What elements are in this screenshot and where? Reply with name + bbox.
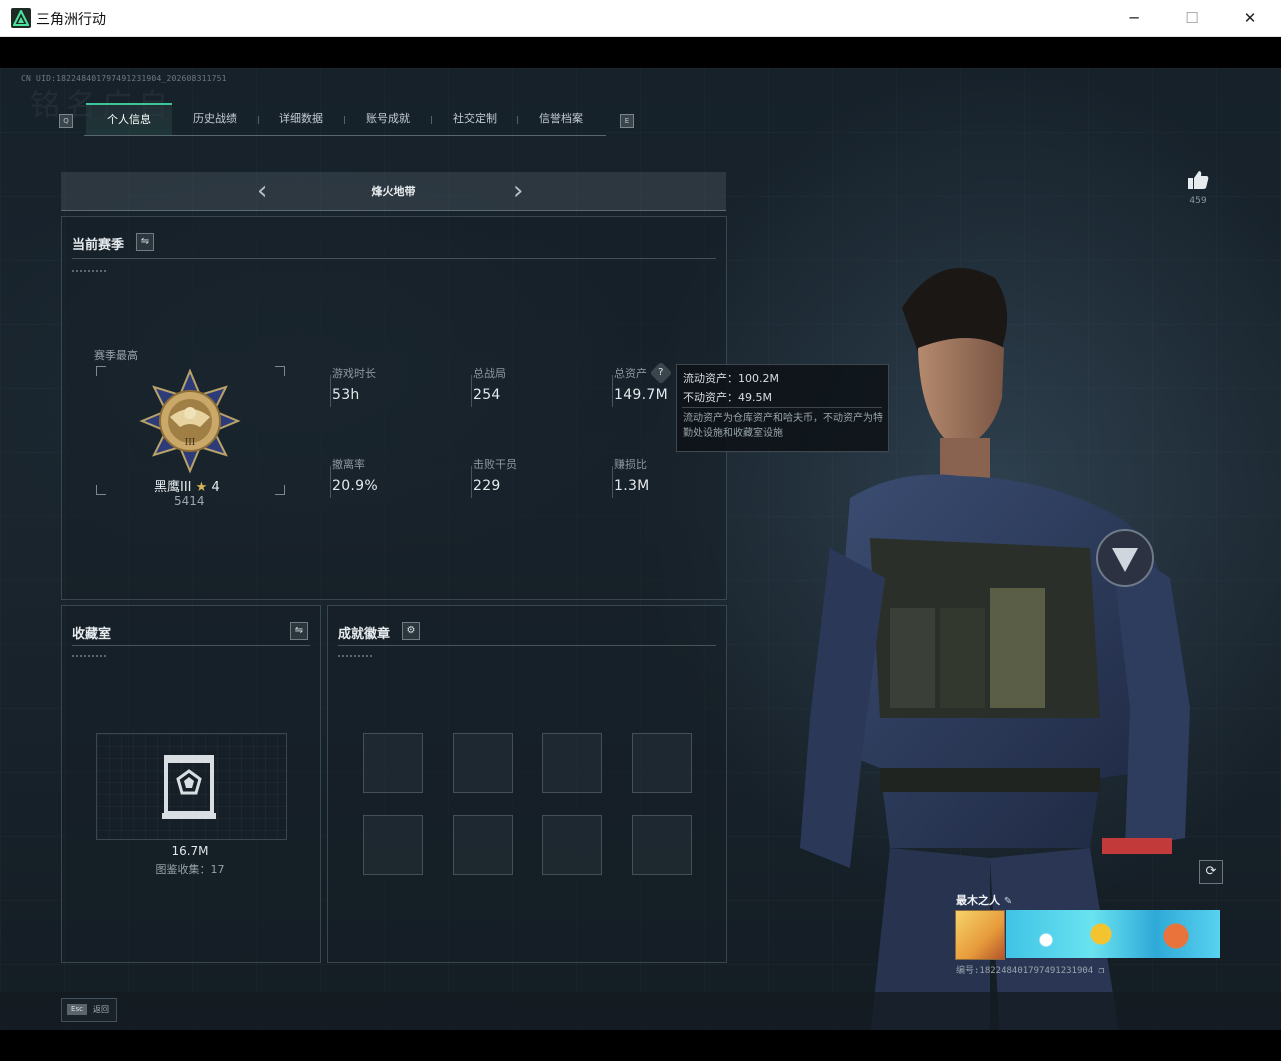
player-id: 编号:18224840179749123190​4 ❐ (956, 963, 1104, 976)
badge-slot[interactable] (363, 733, 423, 793)
back-label: 返回 (93, 1005, 109, 1014)
minimize-button[interactable]: ─ (1105, 0, 1163, 36)
mode-selector: ‹ 烽火地带 › (61, 172, 726, 211)
like-widget[interactable]: 459 (1184, 170, 1212, 206)
tab-reputation-record[interactable]: 信誉档案 (518, 103, 604, 135)
stat-value-extract-rate: 20.9% (332, 478, 378, 494)
tab-next-key-hint[interactable]: E (620, 114, 634, 128)
stat-value-playtime: 53h (332, 387, 360, 403)
rank-name-text: 黑鹰III (154, 480, 192, 495)
frame-corner (275, 485, 285, 495)
tab-match-history[interactable]: 历史战绩 (172, 103, 258, 135)
stat-label-extract-rate: 撤离率 (332, 458, 365, 471)
panel-divider (72, 645, 310, 646)
panel-divider (338, 645, 716, 646)
stat-label-total-matches: 总战局 (473, 367, 506, 380)
season-peak-label: 赛季最高 (94, 349, 138, 362)
esc-key-hint: Esc (67, 1004, 87, 1015)
swap-collection-icon[interactable]: ⇋ (290, 622, 308, 640)
panel-decoration (338, 655, 374, 657)
badge-slot[interactable] (632, 733, 692, 793)
tab-detailed-data[interactable]: 详细数据 (258, 103, 344, 135)
swap-season-icon[interactable]: ⇋ (136, 233, 154, 251)
help-icon[interactable]: ? (649, 361, 673, 385)
copy-icon[interactable]: ❐ (1099, 966, 1104, 976)
svg-text:III: III (185, 438, 196, 448)
stat-divider (612, 466, 613, 498)
achievements-title: 成就徽章 (338, 627, 391, 642)
rank-star-icon: ★ (195, 480, 208, 495)
player-banner[interactable] (1006, 910, 1220, 958)
player-avatar[interactable] (955, 910, 1005, 960)
gear-icon[interactable]: ⚙ (402, 622, 420, 640)
mode-title: 烽火地带 (371, 185, 416, 198)
maximize-button[interactable]: ☐ (1163, 0, 1221, 36)
collection-title: 收藏室 (72, 627, 112, 642)
stat-value-total-assets: 149.7M (614, 387, 668, 403)
badge-slot[interactable] (453, 733, 513, 793)
window-title: 三角洲行动 (36, 12, 106, 28)
panel-decoration (72, 270, 108, 272)
stat-label-operators-defeated: 击败干员 (473, 458, 517, 471)
badge-slot[interactable] (542, 733, 602, 793)
tab-social-custom[interactable]: 社交定制 (432, 103, 518, 135)
rank-star-count: 4 (211, 480, 220, 495)
refresh-icon[interactable]: ⟳ (1199, 860, 1223, 884)
like-count: 459 (1189, 196, 1207, 206)
frame-corner (96, 485, 106, 495)
collection-count: 图鉴收集：17 (155, 863, 225, 876)
stat-divider (330, 375, 331, 407)
letterbox-bottom (0, 1030, 1281, 1061)
stat-divider (471, 375, 472, 407)
bottom-bar (0, 992, 1281, 1030)
player-name-text: 最木之人 (956, 894, 1000, 907)
panel-divider (72, 258, 716, 259)
thumbs-up-icon (1188, 171, 1209, 189)
stat-label-total-assets: 总资产 (614, 367, 647, 380)
stat-divider (330, 466, 331, 498)
edit-icon[interactable]: ✎ (1004, 896, 1012, 907)
frame-corner (275, 366, 285, 376)
letterbox-top (0, 37, 1281, 68)
window-titlebar: 三角洲行动 ─ ☐ ✕ (0, 0, 1281, 37)
badge-slot[interactable] (363, 815, 423, 875)
player-card-name: 最木之人 ✎ (956, 892, 1012, 908)
badge-slot[interactable] (632, 815, 692, 875)
badge-slot[interactable] (542, 815, 602, 875)
stat-label-playtime: 游戏时长 (332, 367, 376, 380)
player-id-text: 编号:18224840179749123190​4 (956, 966, 1094, 976)
current-season-title: 当前赛季 (72, 238, 125, 253)
app-logo-icon (11, 8, 31, 28)
tab-account-achievements[interactable]: 账号成就 (345, 103, 431, 135)
rank-name: 黑鹰III ★ 4 (154, 476, 220, 495)
stat-value-profit-loss: 1.3M (614, 478, 650, 494)
frame-corner (96, 366, 106, 376)
panel-decoration (72, 655, 108, 657)
main-tab-bar: 个人信息 历史战绩 详细数据 账号成就 社交定制 信誉档案 (84, 103, 606, 136)
stat-value-total-matches: 254 (473, 387, 501, 403)
stat-label-profit-loss: 赚损比 (614, 458, 647, 471)
game-viewport: 铭名广自 CN UID:18224840179749123190​4_20260… (0, 68, 1281, 1030)
stat-value-operators-defeated: 229 (473, 478, 501, 494)
tab-prev-key-hint[interactable]: Q (59, 114, 73, 128)
tooltip-liquid-assets: 流动资产：100.2M (683, 372, 779, 385)
stat-divider (471, 466, 472, 498)
display-case-icon (162, 755, 216, 819)
tab-personal-info[interactable]: 个人信息 (86, 103, 172, 135)
badge-slot[interactable] (453, 815, 513, 875)
tooltip-fixed-assets: 不动资产：49.5M (683, 391, 772, 404)
collection-value: 16.7M (171, 844, 209, 858)
rank-points: 5414 (174, 494, 205, 508)
mode-next-button[interactable]: › (513, 176, 523, 206)
stat-divider (612, 375, 613, 407)
close-button[interactable]: ✕ (1221, 0, 1279, 36)
rank-badge-icon: III (139, 368, 241, 474)
back-button[interactable]: Esc 返回 (61, 998, 117, 1022)
current-season-panel: 当前赛季 ⇋ 赛季最高 III 黑鹰III ★ 4 5414 游戏时长 53h (61, 216, 727, 600)
uid-label: CN UID:18224840179749123190​4_2026083117… (21, 74, 227, 83)
